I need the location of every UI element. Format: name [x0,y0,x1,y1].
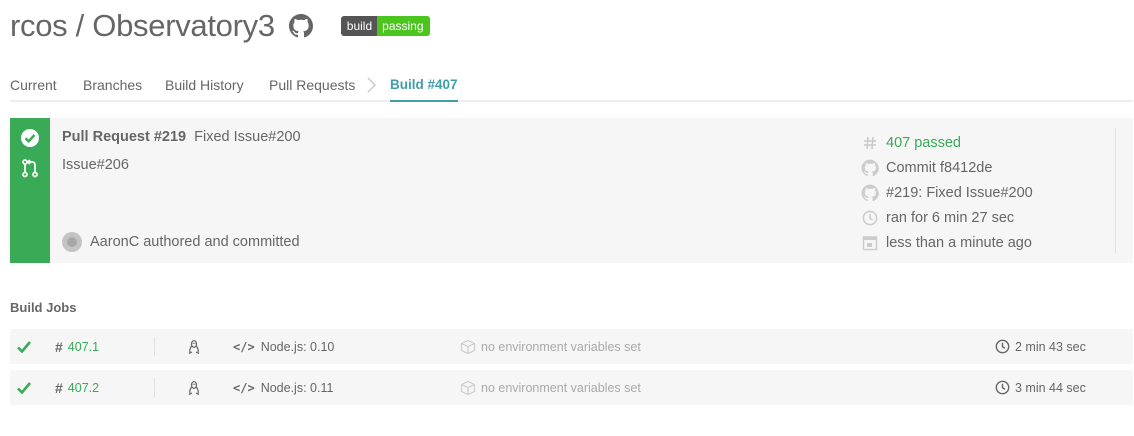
checkmark-icon [16,370,32,405]
job-row[interactable]: #407.2 </> Node.js: 0.11 no environment v… [10,370,1133,405]
code-icon: </> [233,380,255,395]
pull-request-line: Pull Request #219 Fixed Issue#200 [62,129,301,145]
commit-icon [860,158,880,178]
pull-request-title: Fixed Issue#200 [194,129,301,145]
build-status-badge[interactable]: build passing [340,16,430,36]
build-status-bar [10,118,50,263]
github-compare-icon [860,183,880,203]
build-meta: 407 passed Commit f8412de #219: Fixed Is… [860,130,1033,255]
job-duration-value: 3 min 44 sec [1015,380,1086,395]
calendar-icon [860,233,880,253]
github-icon[interactable] [288,14,313,38]
duration-text: ran for 6 min 27 sec [886,209,1015,226]
check-circle-icon [21,129,39,147]
job-number-value[interactable]: 407.2 [68,381,99,395]
badge-label: build [340,16,378,36]
finished-text: less than a minute ago [886,234,1032,251]
build-number-status[interactable]: 407 passed [886,135,961,151]
linux-icon [186,329,202,364]
tab-build-history[interactable]: Build History [165,77,244,93]
box-icon [460,339,476,354]
tab-current[interactable]: Current [10,77,57,93]
code-icon: </> [233,339,255,354]
author-info: AaronC authored and committed [62,232,300,252]
author-text: AaronC authored and committed [90,234,300,250]
hash-icon [860,133,880,153]
clock-icon [995,380,1010,395]
build-tabs: Current Branches Build History Pull Requ… [10,76,1133,102]
hash-icon: # [55,338,63,355]
avatar [62,232,82,252]
tab-build-407[interactable]: Build #407 [390,77,458,102]
pull-request-number[interactable]: Pull Request #219 [62,129,186,145]
job-number-value[interactable]: 407.1 [68,340,99,354]
compare-text[interactable]: #219: Fixed Issue#200 [886,185,1033,201]
build-summary-card: Pull Request #219 Fixed Issue#200 Issue#2… [10,118,1133,263]
job-duration: 3 min 44 sec [995,370,1086,405]
duration-row: ran for 6 min 27 sec [860,205,1033,230]
job-divider [154,337,155,356]
job-number[interactable]: #407.2 [55,370,99,405]
box-icon [460,380,476,395]
pull-request-description: Issue#206 [62,157,129,173]
job-env: no environment variables set [460,370,641,405]
job-env-value: no environment variables set [481,339,641,354]
clock-icon [995,339,1010,354]
clock-icon [860,208,880,228]
commit-row[interactable]: Commit f8412de [860,155,1033,180]
build-number-row[interactable]: 407 passed [860,130,1033,155]
job-language: </> Node.js: 0.10 [233,329,334,364]
job-env-value: no environment variables set [481,380,641,395]
repo-title[interactable]: rcos / Observatory3 [10,8,275,44]
finished-row: less than a minute ago [860,230,1033,255]
checkmark-icon [16,329,32,364]
repo-header: rcos / Observatory3 build passing [10,6,430,46]
card-divider [1115,128,1116,253]
job-duration: 2 min 43 sec [995,329,1086,364]
linux-icon [186,370,202,405]
job-language-value: Node.js: 0.11 [260,380,334,395]
job-language-value: Node.js: 0.10 [260,339,335,354]
job-number[interactable]: #407.1 [55,329,99,364]
job-divider [154,378,155,397]
job-duration-value: 2 min 43 sec [1015,339,1086,354]
build-jobs-title: Build Jobs [10,300,77,315]
job-language: </> Node.js: 0.11 [233,370,333,405]
compare-row[interactable]: #219: Fixed Issue#200 [860,180,1033,205]
commit-text[interactable]: Commit f8412de [886,160,992,176]
tab-branches[interactable]: Branches [83,77,142,93]
hash-icon: # [55,379,63,396]
tab-pull-requests[interactable]: Pull Requests [269,77,355,93]
chevron-right-icon [367,77,377,93]
job-row[interactable]: #407.1 </> Node.js: 0.10 no environment v… [10,329,1133,364]
pull-request-icon [22,159,38,178]
badge-status: passing [377,16,430,36]
job-env: no environment variables set [460,329,641,364]
